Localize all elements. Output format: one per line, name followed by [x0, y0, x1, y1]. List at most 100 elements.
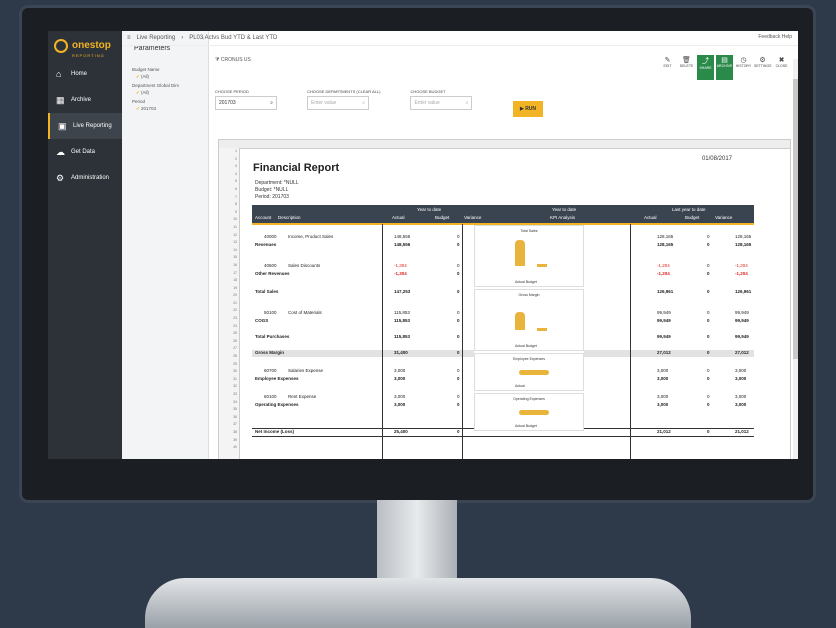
menu-icon[interactable]: ≡ [127, 35, 131, 41]
description-cell: Operating Expenses [255, 402, 299, 407]
description-cell: Revenues [255, 242, 277, 247]
run-button[interactable]: ▶ RUN [513, 101, 543, 117]
description-cell: COGS [255, 318, 269, 323]
sidebar-item-get-data[interactable]: ☁ Get Data [48, 139, 122, 165]
description-cell: Rent Expense [288, 394, 317, 399]
last-actual-cell: 3,000 [657, 394, 669, 399]
last-variance-cell: 3,000 [735, 394, 747, 399]
edit-button[interactable]: ✎ EDIT [659, 55, 676, 80]
header-kpi-ytd: Year to date [552, 207, 577, 212]
last-variance-cell: 99,949 [735, 318, 749, 323]
history-button[interactable]: ◷ HISTORY [735, 55, 752, 80]
feedback-help[interactable]: Feedback Help [758, 34, 792, 40]
budget-cell: 0 [457, 376, 460, 381]
period-input[interactable]: 201703 ⌕ [215, 96, 277, 110]
sidebar-item-live-reporting[interactable]: ▣ Live Reporting [48, 113, 122, 139]
row-number: 21 [233, 300, 237, 305]
last-budget-cell: 0 [707, 350, 710, 355]
row-number: 27 [233, 346, 237, 351]
financial-report: Financial Report 01/08/2017 Department: … [241, 148, 780, 459]
kpi-legend: Actual Budget [515, 344, 537, 348]
actual-cell: 148,556 [394, 234, 411, 239]
report-date: 01/08/2017 [701, 156, 732, 162]
report-budget: Budget: *NULL [255, 187, 289, 193]
cloud-icon: ☁ [56, 146, 65, 157]
account-cell: 40600 [264, 263, 277, 268]
kpi-panel: Total Sales Actual Budget Gross Margin A… [474, 225, 584, 433]
param-value[interactable]: (All) [122, 72, 208, 80]
kpi-title: Gross Margin [518, 293, 540, 297]
budget-cell: 0 [457, 234, 460, 239]
row-number: 23 [233, 316, 237, 321]
sidebar-item-home[interactable]: ⌂ Home [48, 61, 122, 87]
sidebar-item-administration[interactable]: ⚙ Administration [48, 165, 122, 191]
row-number: 19 [233, 285, 237, 290]
row-number: 22 [233, 308, 237, 313]
actual-cell: -1,304 [394, 263, 407, 268]
last-actual-cell: 27,012 [657, 350, 671, 355]
logo-text: onestop [72, 39, 111, 51]
row-number: 6 [235, 186, 237, 191]
last-budget-cell: 0 [707, 318, 710, 323]
settings-button[interactable]: ⚙ SETTINGS [754, 55, 772, 80]
header-account: Account [255, 215, 272, 220]
column-divider [382, 224, 383, 459]
row-number: 24 [233, 323, 237, 328]
last-actual-cell: -1,204 [657, 263, 670, 268]
header-last-budget: Budget [685, 215, 700, 220]
bar-chart-icon [537, 264, 547, 267]
param-value[interactable]: (All) [122, 88, 208, 96]
row-number: 9 [235, 209, 237, 214]
column-divider [630, 224, 631, 459]
budget-input[interactable]: Enter value ⌕ [410, 96, 473, 110]
close-button[interactable]: ✖ CLOSE [773, 55, 790, 80]
delete-button[interactable]: 🗑 DELETE [678, 55, 695, 80]
row-number: 33 [233, 392, 237, 396]
param-value[interactable]: 201703 [122, 104, 208, 112]
description-cell: Salaries Expense [288, 368, 324, 373]
last-variance-cell: 21,012 [735, 429, 749, 434]
sidebar-item-archive[interactable]: ▦ Archive [48, 87, 122, 113]
scrollbar[interactable] [793, 59, 798, 459]
last-actual-cell: 99,949 [657, 334, 671, 339]
kpi-legend: Actual [515, 384, 525, 388]
row-number: 28 [233, 354, 237, 359]
report-icon: ▣ [58, 120, 67, 131]
actual-cell: 147,253 [394, 289, 411, 294]
breadcrumb-root[interactable]: Live Reporting [137, 35, 176, 41]
description-cell: Net Income (Loss) [255, 429, 295, 434]
row-number: 34 [233, 399, 237, 404]
row-number: 2 [235, 156, 237, 161]
row-number: 13 [233, 240, 237, 245]
last-variance-cell: 99,949 [735, 310, 749, 315]
budget-cell: 0 [457, 289, 460, 294]
filter-label: CHOOSE BUDGET [410, 89, 446, 94]
scrollbar-thumb[interactable] [793, 79, 798, 359]
last-budget-cell: 0 [707, 310, 710, 315]
bar-chart-icon [515, 240, 525, 266]
app-screen: onestop REPORTING ⌂ Home ▦ Archive ▣ Live R… [48, 31, 798, 459]
last-variance-cell: 27,012 [735, 350, 749, 355]
account-cell: 40000 [264, 234, 277, 239]
account-cell: 60100 [264, 394, 277, 399]
filter-label: CHOOSE PERIOD [215, 89, 249, 94]
share-button[interactable]: ⤴ SHARE [697, 55, 714, 80]
department-input[interactable]: Enter value ⌕ [307, 96, 369, 110]
kpi-chart: Employee Expenses Actual [474, 353, 584, 391]
row-number: 10 [233, 217, 237, 222]
account-cell: 50100 [264, 310, 277, 315]
last-budget-cell: 0 [707, 271, 710, 276]
archive-icon: ▤ [721, 57, 728, 64]
budget-cell: 0 [457, 318, 460, 323]
header-description: Description [278, 215, 301, 220]
budget-cell: 0 [457, 271, 460, 276]
row-number: 40 [233, 445, 237, 450]
actual-cell: 3,000 [394, 402, 406, 407]
archive-button[interactable]: ▤ ARCHIVE [716, 55, 733, 80]
logo-subtext: REPORTING [72, 52, 105, 58]
bar-chart-icon [537, 328, 547, 331]
spreadsheet[interactable]: 1 2 3 4 5 6 7 8 9 10 11 12 13 14 15 16 17 18 19 20 21 22 23 24 2… [218, 139, 791, 459]
last-budget-cell: 0 [707, 402, 710, 407]
chevron-right-icon: › [181, 35, 184, 41]
top-bar: ≡ Live Reporting › PL03 Actvs Bud YTD & … [122, 31, 798, 46]
